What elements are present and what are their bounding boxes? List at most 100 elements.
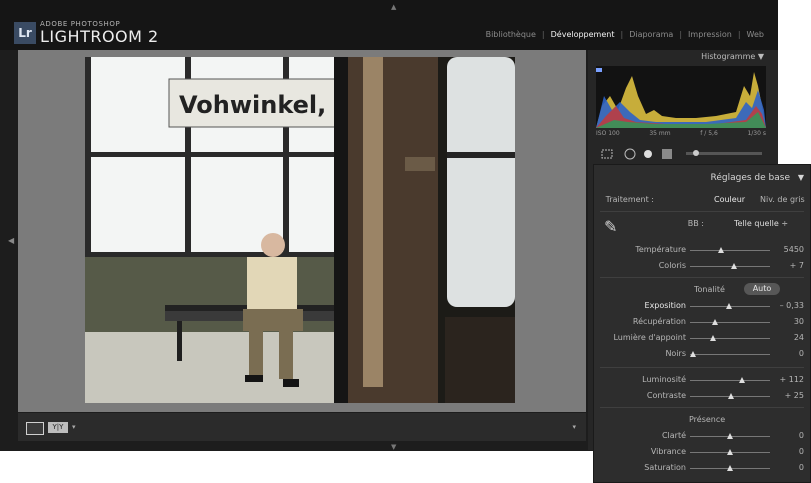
- exposure-knob[interactable]: [726, 303, 732, 309]
- panel-collapse-icon[interactable]: ▼: [758, 52, 764, 61]
- brand-title: LIGHTROOM 2: [40, 27, 159, 46]
- exposure-value[interactable]: – 0,33: [780, 299, 804, 313]
- brightness-knob[interactable]: [739, 377, 745, 383]
- recovery-slider[interactable]: [690, 319, 770, 325]
- treatment-label: Traitement :: [605, 195, 654, 204]
- module-picker: Bibliothèque | Développement | Diaporama…: [485, 30, 764, 39]
- contrast-row: Contraste + 25: [594, 389, 811, 403]
- presence-row: Présence: [594, 413, 811, 427]
- tool-strip-icons: [601, 148, 762, 160]
- saturation-label: Saturation: [644, 463, 686, 472]
- module-impression[interactable]: Impression: [688, 30, 732, 39]
- basic-panel-title[interactable]: Réglages de base: [711, 173, 790, 183]
- brightness-value[interactable]: + 112: [779, 373, 804, 387]
- blacks-knob[interactable]: [690, 351, 696, 357]
- histogram-chart: [596, 66, 766, 128]
- contrast-value[interactable]: + 25: [785, 389, 804, 403]
- shutter-value: 1/30 s: [747, 130, 766, 137]
- before-after-view-button[interactable]: Y|Y: [48, 422, 68, 433]
- clarity-slider[interactable]: [690, 433, 770, 439]
- recovery-value[interactable]: 30: [794, 315, 804, 329]
- vibrance-knob[interactable]: [727, 449, 733, 455]
- module-developpement[interactable]: Développement: [551, 30, 615, 39]
- basic-panel: Réglages de base ▼ Traitement : Couleur …: [593, 164, 811, 483]
- loupe-view-button[interactable]: [26, 422, 44, 435]
- tint-row: Coloris + 7: [594, 259, 811, 273]
- saturation-value[interactable]: 0: [799, 461, 804, 475]
- wb-label: BB :: [687, 219, 704, 228]
- treatment-grayscale-option[interactable]: Niv. de gris: [760, 193, 805, 207]
- crop-tool-icon: [601, 149, 613, 159]
- red-eye-icon: [644, 150, 652, 158]
- histogram-title: Histogramme: [701, 52, 756, 61]
- wb-dropdown[interactable]: Telle quelle ÷: [734, 217, 788, 231]
- toolbar-menu-caret-icon[interactable]: ▾: [572, 423, 576, 431]
- module-diaporama[interactable]: Diaporama: [629, 30, 673, 39]
- photo-image: Vohwinkel, Sch: [85, 57, 515, 403]
- treatment-color-option[interactable]: Couleur: [714, 193, 745, 207]
- tint-knob[interactable]: [731, 263, 737, 269]
- temperature-row: Température 5450: [594, 243, 811, 257]
- vibrance-value[interactable]: 0: [799, 445, 804, 459]
- lightroom-logo: Lr: [14, 22, 36, 44]
- brush-slider-knob: [693, 150, 699, 156]
- exposure-slider[interactable]: [690, 303, 770, 309]
- tint-slider[interactable]: [690, 263, 770, 269]
- vibrance-slider[interactable]: [690, 449, 770, 455]
- basic-panel-collapse-icon[interactable]: ▼: [798, 173, 804, 182]
- tint-label: Coloris: [658, 261, 686, 270]
- tint-value[interactable]: + 7: [790, 259, 804, 273]
- vibrance-row: Vibrance 0: [594, 445, 811, 459]
- graduated-filter-icon: [662, 149, 672, 159]
- collapse-bottom-icon[interactable]: ▼: [391, 443, 396, 451]
- clarity-row: Clarté 0: [594, 429, 811, 443]
- contrast-label: Contraste: [646, 391, 686, 400]
- white-balance-row: ✎ BB : Telle quelle ÷: [594, 217, 811, 236]
- blacks-slider[interactable]: [690, 351, 770, 357]
- blacks-value[interactable]: 0: [799, 347, 804, 361]
- aperture-value: f / 5,6: [700, 130, 718, 137]
- contrast-knob[interactable]: [728, 393, 734, 399]
- exposure-row: Exposition – 0,33: [594, 299, 811, 313]
- fill-light-label: Lumière d'appoint: [613, 333, 686, 342]
- contrast-slider[interactable]: [690, 393, 770, 399]
- presence-label: Présence: [689, 415, 726, 424]
- brightness-slider[interactable]: [690, 377, 770, 383]
- focal-length-value: 35 mm: [649, 130, 671, 137]
- collapse-top-icon[interactable]: ▲: [391, 3, 396, 11]
- module-bibliotheque[interactable]: Bibliothèque: [486, 30, 536, 39]
- fill-light-knob[interactable]: [710, 335, 716, 341]
- collapse-left-icon[interactable]: ◀: [8, 236, 14, 245]
- clarity-knob[interactable]: [727, 433, 733, 439]
- treatment-row: Traitement : Couleur Niv. de gris: [594, 193, 811, 207]
- brightness-row: Luminosité + 112: [594, 373, 811, 387]
- auto-tone-button[interactable]: Auto: [744, 283, 780, 295]
- photo-preview[interactable]: Vohwinkel, Sch: [85, 57, 515, 403]
- clarity-label: Clarté: [661, 431, 686, 440]
- brightness-label: Luminosité: [642, 375, 686, 384]
- fill-light-value[interactable]: 24: [794, 331, 804, 345]
- top-bar: ▲ Lr ADOBE PHOTOSHOP LIGHTROOM 2 Bibliot…: [0, 0, 778, 50]
- saturation-knob[interactable]: [727, 465, 733, 471]
- temperature-slider[interactable]: [690, 247, 770, 253]
- bottom-toolbar: Y|Y ▾ ▾: [18, 413, 586, 441]
- tool-strip: [596, 146, 766, 160]
- module-web[interactable]: Web: [747, 30, 764, 39]
- fill-light-slider[interactable]: [690, 335, 770, 341]
- view-options-caret-icon[interactable]: ▾: [72, 423, 76, 431]
- saturation-slider[interactable]: [690, 465, 770, 471]
- histogram-graph: [596, 68, 766, 128]
- exposure-label: Exposition: [644, 301, 686, 310]
- recovery-label: Récupération: [632, 317, 686, 326]
- temperature-knob[interactable]: [718, 247, 724, 253]
- fill-light-row: Lumière d'appoint 24: [594, 331, 811, 345]
- iso-value: ISO 100: [596, 130, 620, 137]
- tone-label: Tonalité: [694, 285, 725, 294]
- histogram-header[interactable]: Histogramme ▼: [701, 52, 764, 61]
- recovery-knob[interactable]: [712, 319, 718, 325]
- clarity-value[interactable]: 0: [799, 429, 804, 443]
- spot-removal-icon: [624, 148, 636, 160]
- temperature-value[interactable]: 5450: [784, 243, 804, 257]
- recovery-row: Récupération 30: [594, 315, 811, 329]
- temperature-label: Température: [635, 245, 686, 254]
